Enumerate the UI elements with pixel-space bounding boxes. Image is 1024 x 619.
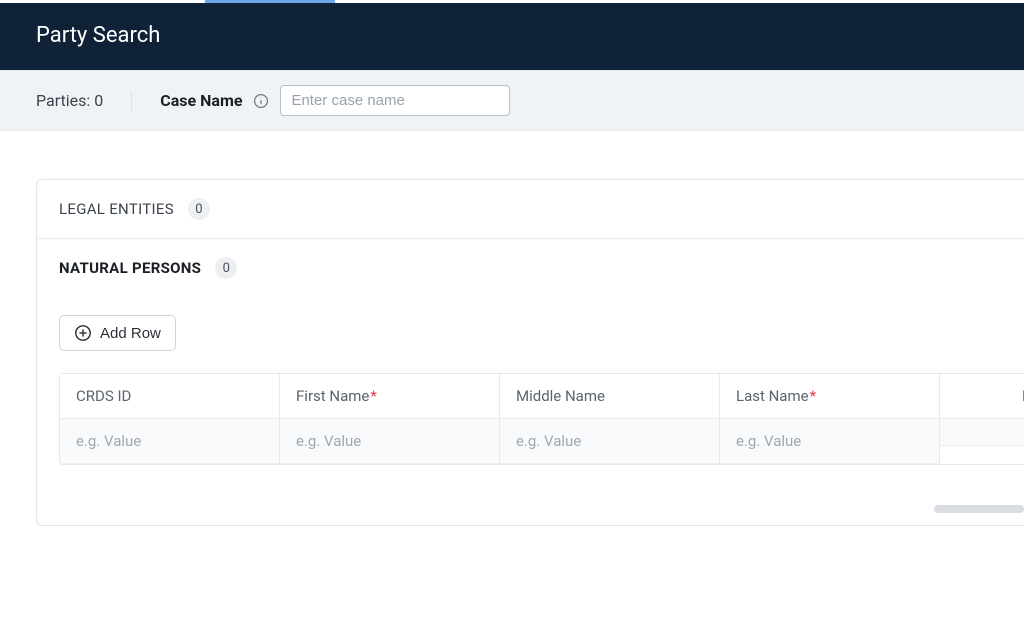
legal-entities-label: LEGAL ENTITIES bbox=[59, 200, 174, 218]
add-row-label: Add Row bbox=[100, 325, 161, 342]
col-first-name: First Name* e.g. Value bbox=[280, 374, 500, 464]
case-name-label: Case Name bbox=[160, 91, 242, 110]
add-row-button[interactable]: Add Row bbox=[59, 315, 176, 351]
legal-entities-section[interactable]: LEGAL ENTITIES 0 bbox=[37, 180, 1024, 239]
case-name-group: Case Name bbox=[160, 85, 510, 116]
th-last-name[interactable]: Last Name* bbox=[720, 374, 939, 419]
table-wrapper: CRDS ID e.g. Value First Name* e.g. Valu… bbox=[37, 373, 1024, 525]
th-middle-name[interactable]: Middle Name bbox=[500, 374, 719, 419]
content-area: LEGAL ENTITIES 0 NATURAL PERSONS 0 Add R… bbox=[0, 131, 1024, 526]
col-last-name: Last Name* e.g. Value bbox=[720, 374, 940, 464]
th-first-name[interactable]: First Name* bbox=[280, 374, 499, 419]
cell-first-name[interactable]: e.g. Value bbox=[280, 419, 499, 464]
cell-crds-id[interactable]: e.g. Value bbox=[60, 419, 279, 464]
info-icon[interactable] bbox=[252, 92, 270, 110]
col-middle-name: Middle Name e.g. Value bbox=[500, 374, 720, 464]
active-tab-indicator bbox=[0, 0, 1024, 3]
page-header: Party Search bbox=[0, 3, 1024, 70]
required-asterisk: * bbox=[370, 387, 376, 405]
required-asterisk: * bbox=[810, 387, 816, 405]
th-overflow[interactable]: Da bbox=[940, 374, 1024, 419]
horizontal-scrollbar[interactable] bbox=[934, 505, 1024, 513]
natural-persons-section[interactable]: NATURAL PERSONS 0 bbox=[37, 239, 1024, 287]
legal-entities-count: 0 bbox=[188, 198, 210, 220]
parties-count: Parties: 0 bbox=[36, 91, 132, 110]
col-crds-id: CRDS ID e.g. Value bbox=[60, 374, 280, 464]
cell-middle-name[interactable]: e.g. Value bbox=[500, 419, 719, 464]
data-table: CRDS ID e.g. Value First Name* e.g. Valu… bbox=[59, 373, 1024, 465]
add-row-area: Add Row bbox=[37, 287, 1024, 373]
sub-header-bar: Parties: 0 Case Name bbox=[0, 70, 1024, 131]
th-crds-id[interactable]: CRDS ID bbox=[60, 374, 279, 419]
plus-circle-icon bbox=[74, 324, 92, 342]
natural-persons-label: NATURAL PERSONS bbox=[59, 259, 201, 277]
page-title: Party Search bbox=[36, 23, 160, 48]
natural-persons-count: 0 bbox=[215, 257, 237, 279]
cell-overflow[interactable] bbox=[940, 419, 1024, 446]
case-name-input[interactable] bbox=[280, 85, 510, 116]
col-overflow: Da bbox=[940, 374, 1024, 464]
cell-last-name[interactable]: e.g. Value bbox=[720, 419, 939, 464]
main-panel: LEGAL ENTITIES 0 NATURAL PERSONS 0 Add R… bbox=[36, 179, 1024, 526]
